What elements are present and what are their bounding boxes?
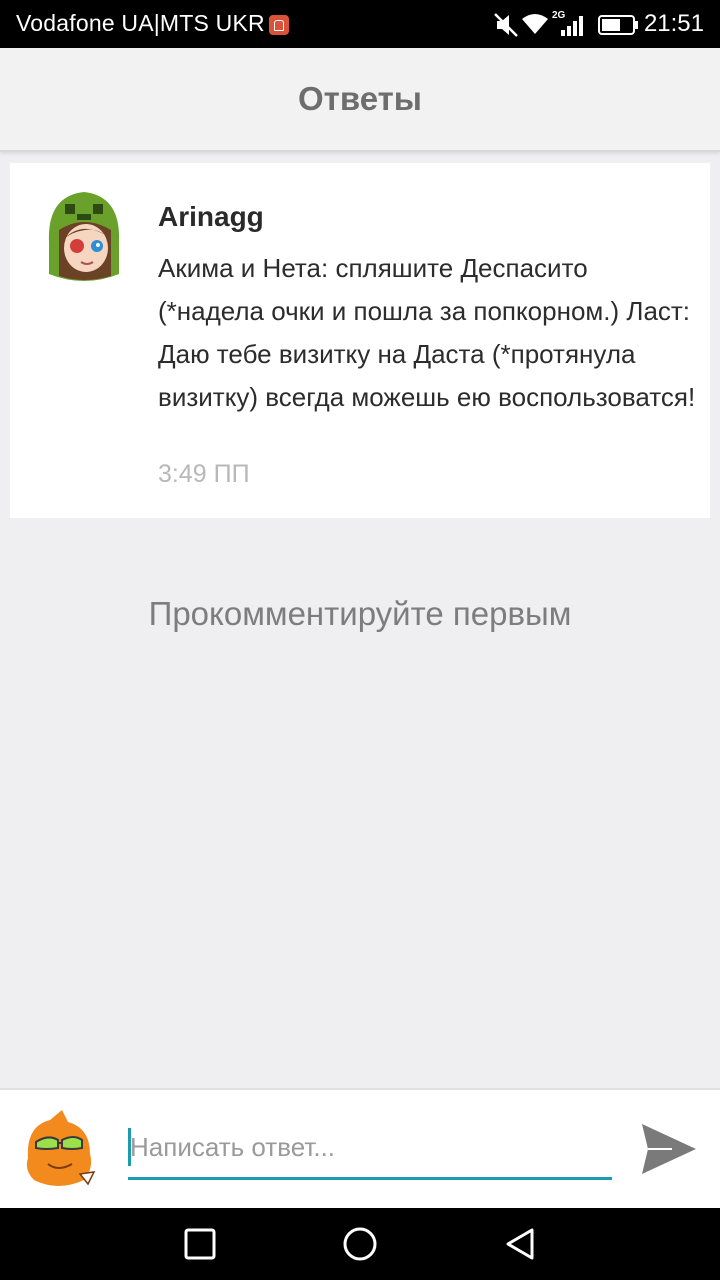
comment-text: Акима и Нета: спляшите Деспасито (*надел… <box>158 253 696 412</box>
recents-square-icon[interactable] <box>180 1224 220 1264</box>
battery-icon <box>598 15 638 35</box>
avatar[interactable] <box>41 186 127 287</box>
comment-author[interactable]: Arinagg <box>158 201 264 233</box>
back-triangle-icon[interactable] <box>500 1224 540 1264</box>
carrier-label: Vodafone UA|MTS UKR <box>16 10 265 36</box>
reply-field[interactable] <box>128 1118 612 1180</box>
reply-input[interactable] <box>130 1118 610 1176</box>
carrier-badge-icon <box>269 15 289 35</box>
my-avatar <box>20 1110 96 1188</box>
comment-card[interactable]: Arinagg Акима и Нета: спляшите Деспасито… <box>10 163 710 518</box>
clock: 21:51 <box>643 10 704 37</box>
home-circle-icon[interactable] <box>340 1224 380 1264</box>
app-header: Ответы <box>0 48 720 152</box>
page-title: Ответы <box>298 80 422 117</box>
system-nav-bar <box>0 1208 720 1280</box>
mute-icon <box>494 13 518 37</box>
comment-timestamp: 3:49 ПП <box>158 460 250 488</box>
wifi-icon <box>522 14 548 34</box>
status-bar: Vodafone UA|MTS UKR 2G 21:51 <box>0 0 720 48</box>
signal-icon <box>561 16 583 36</box>
reply-bar <box>0 1088 720 1208</box>
empty-state-text: Прокомментируйте первым <box>148 595 572 632</box>
send-icon[interactable] <box>638 1120 698 1178</box>
